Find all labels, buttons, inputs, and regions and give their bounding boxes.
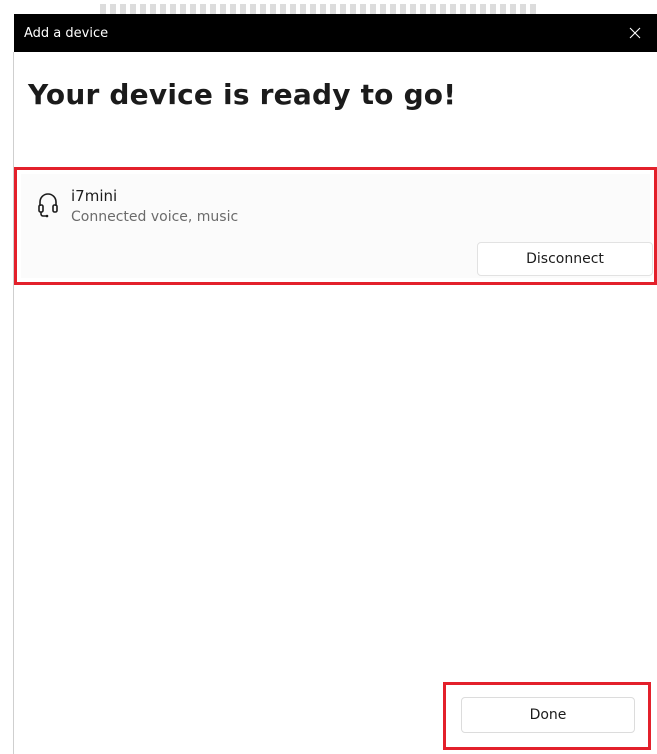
close-button[interactable] xyxy=(615,14,655,52)
disconnect-button[interactable]: Disconnect xyxy=(477,242,653,276)
dialog-left-border xyxy=(13,52,14,754)
add-device-dialog: Add a device Your device is ready to go!… xyxy=(0,0,657,754)
background-window-strip xyxy=(0,0,657,14)
device-card: i7mini Connected voice, music Disconnect xyxy=(14,167,657,285)
window-title: Add a device xyxy=(24,25,109,41)
titlebar: Add a device xyxy=(14,14,657,52)
done-button[interactable]: Done xyxy=(461,697,635,733)
background-text-blur xyxy=(100,4,540,14)
headset-icon xyxy=(38,193,58,218)
device-status: Connected voice, music xyxy=(71,209,239,225)
device-name: i7mini xyxy=(71,187,118,205)
close-icon xyxy=(629,27,641,39)
page-title: Your device is ready to go! xyxy=(28,78,457,111)
device-card-body: i7mini Connected voice, music Disconnect xyxy=(21,174,653,278)
